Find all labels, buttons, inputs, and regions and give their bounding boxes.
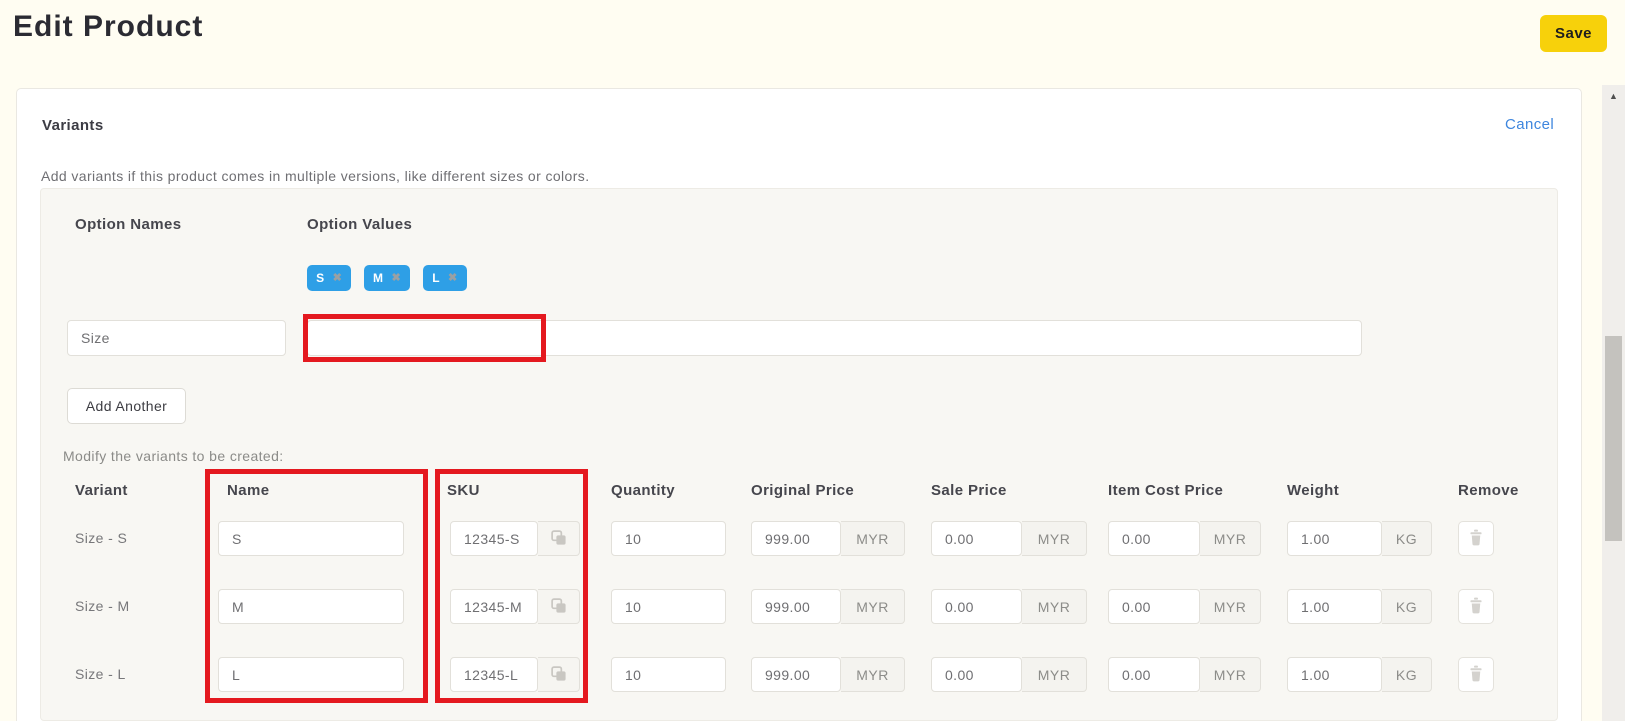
option-values-input[interactable] [307,320,1362,356]
item-cost-price-input[interactable] [1108,657,1200,692]
trash-icon [1468,665,1484,685]
column-header-name: Name [227,482,270,499]
remove-variant-button[interactable] [1458,589,1494,624]
quantity-input[interactable] [611,521,726,556]
currency-addon: MYR [1022,657,1087,692]
trash-icon [1468,529,1484,549]
section-title: Variants [42,117,104,134]
scrollbar-thumb[interactable] [1605,336,1622,541]
variant-label: Size - L [75,666,126,682]
copy-sku-button[interactable] [538,657,580,692]
column-header-sale-price: Sale Price [931,482,1007,499]
sale-price-input[interactable] [931,521,1022,556]
name-input[interactable] [218,657,404,692]
weight-input[interactable] [1287,589,1382,624]
column-header-original-price: Original Price [751,482,855,499]
chip-label: L [432,271,441,285]
currency-addon: MYR [1022,589,1087,624]
option-value-chips: S ✖ M ✖ L ✖ [307,265,467,291]
currency-addon: MYR [1200,589,1261,624]
name-input[interactable] [218,589,404,624]
cancel-link[interactable]: Cancel [1505,116,1554,133]
option-value-chip: S ✖ [307,265,351,291]
save-button[interactable]: Save [1540,15,1607,52]
copy-sku-button[interactable] [538,589,580,624]
quantity-input[interactable] [611,657,726,692]
chip-label: S [316,271,325,285]
trash-icon [1468,597,1484,617]
copy-sku-button[interactable] [538,521,580,556]
weight-unit-addon: KG [1382,589,1432,624]
item-cost-price-input[interactable] [1108,521,1200,556]
weight-unit-addon: KG [1382,521,1432,556]
option-name-input[interactable] [67,320,286,356]
currency-addon: MYR [1200,657,1261,692]
chip-remove-icon[interactable]: ✖ [333,272,342,284]
variant-label: Size - M [75,598,130,614]
variants-intro: Modify the variants to be created: [63,448,284,464]
column-header-quantity: Quantity [611,482,676,499]
sku-input[interactable] [450,657,538,692]
sale-price-input[interactable] [931,589,1022,624]
original-price-input[interactable] [751,521,841,556]
currency-addon: MYR [841,657,905,692]
sku-input[interactable] [450,521,538,556]
item-cost-price-input[interactable] [1108,589,1200,624]
chip-label: M [373,271,384,285]
scroll-up-button[interactable]: ▲ [1602,85,1625,107]
option-names-header: Option Names [75,216,182,233]
option-value-chip: L ✖ [422,265,467,291]
sku-input[interactable] [450,589,538,624]
quantity-input[interactable] [611,589,726,624]
weight-input[interactable] [1287,521,1382,556]
remove-variant-button[interactable] [1458,657,1494,692]
original-price-input[interactable] [751,657,841,692]
up-arrow-icon: ▲ [1609,91,1618,101]
column-header-sku: SKU [447,482,480,499]
sale-price-input[interactable] [931,657,1022,692]
page-title: Edit Product [13,10,204,43]
chip-remove-icon[interactable]: ✖ [448,272,457,284]
currency-addon: MYR [1200,521,1261,556]
copy-icon [550,597,567,617]
variant-label: Size - S [75,530,128,546]
column-header-remove: Remove [1458,482,1519,499]
weight-input[interactable] [1287,657,1382,692]
currency-addon: MYR [1022,521,1087,556]
original-price-input[interactable] [751,589,841,624]
column-header-variant: Variant [75,482,128,499]
chip-remove-icon[interactable]: ✖ [392,272,401,284]
column-header-item-cost-price: Item Cost Price [1108,482,1224,499]
weight-unit-addon: KG [1382,657,1432,692]
option-value-chip: M ✖ [364,265,410,291]
column-header-weight: Weight [1287,482,1340,499]
copy-icon [550,529,567,549]
copy-icon [550,665,567,685]
remove-variant-button[interactable] [1458,521,1494,556]
add-another-button[interactable]: Add Another [67,388,186,424]
name-input[interactable] [218,521,404,556]
option-values-header: Option Values [307,216,413,233]
currency-addon: MYR [841,521,905,556]
section-description: Add variants if this product comes in mu… [41,168,590,184]
currency-addon: MYR [841,589,905,624]
